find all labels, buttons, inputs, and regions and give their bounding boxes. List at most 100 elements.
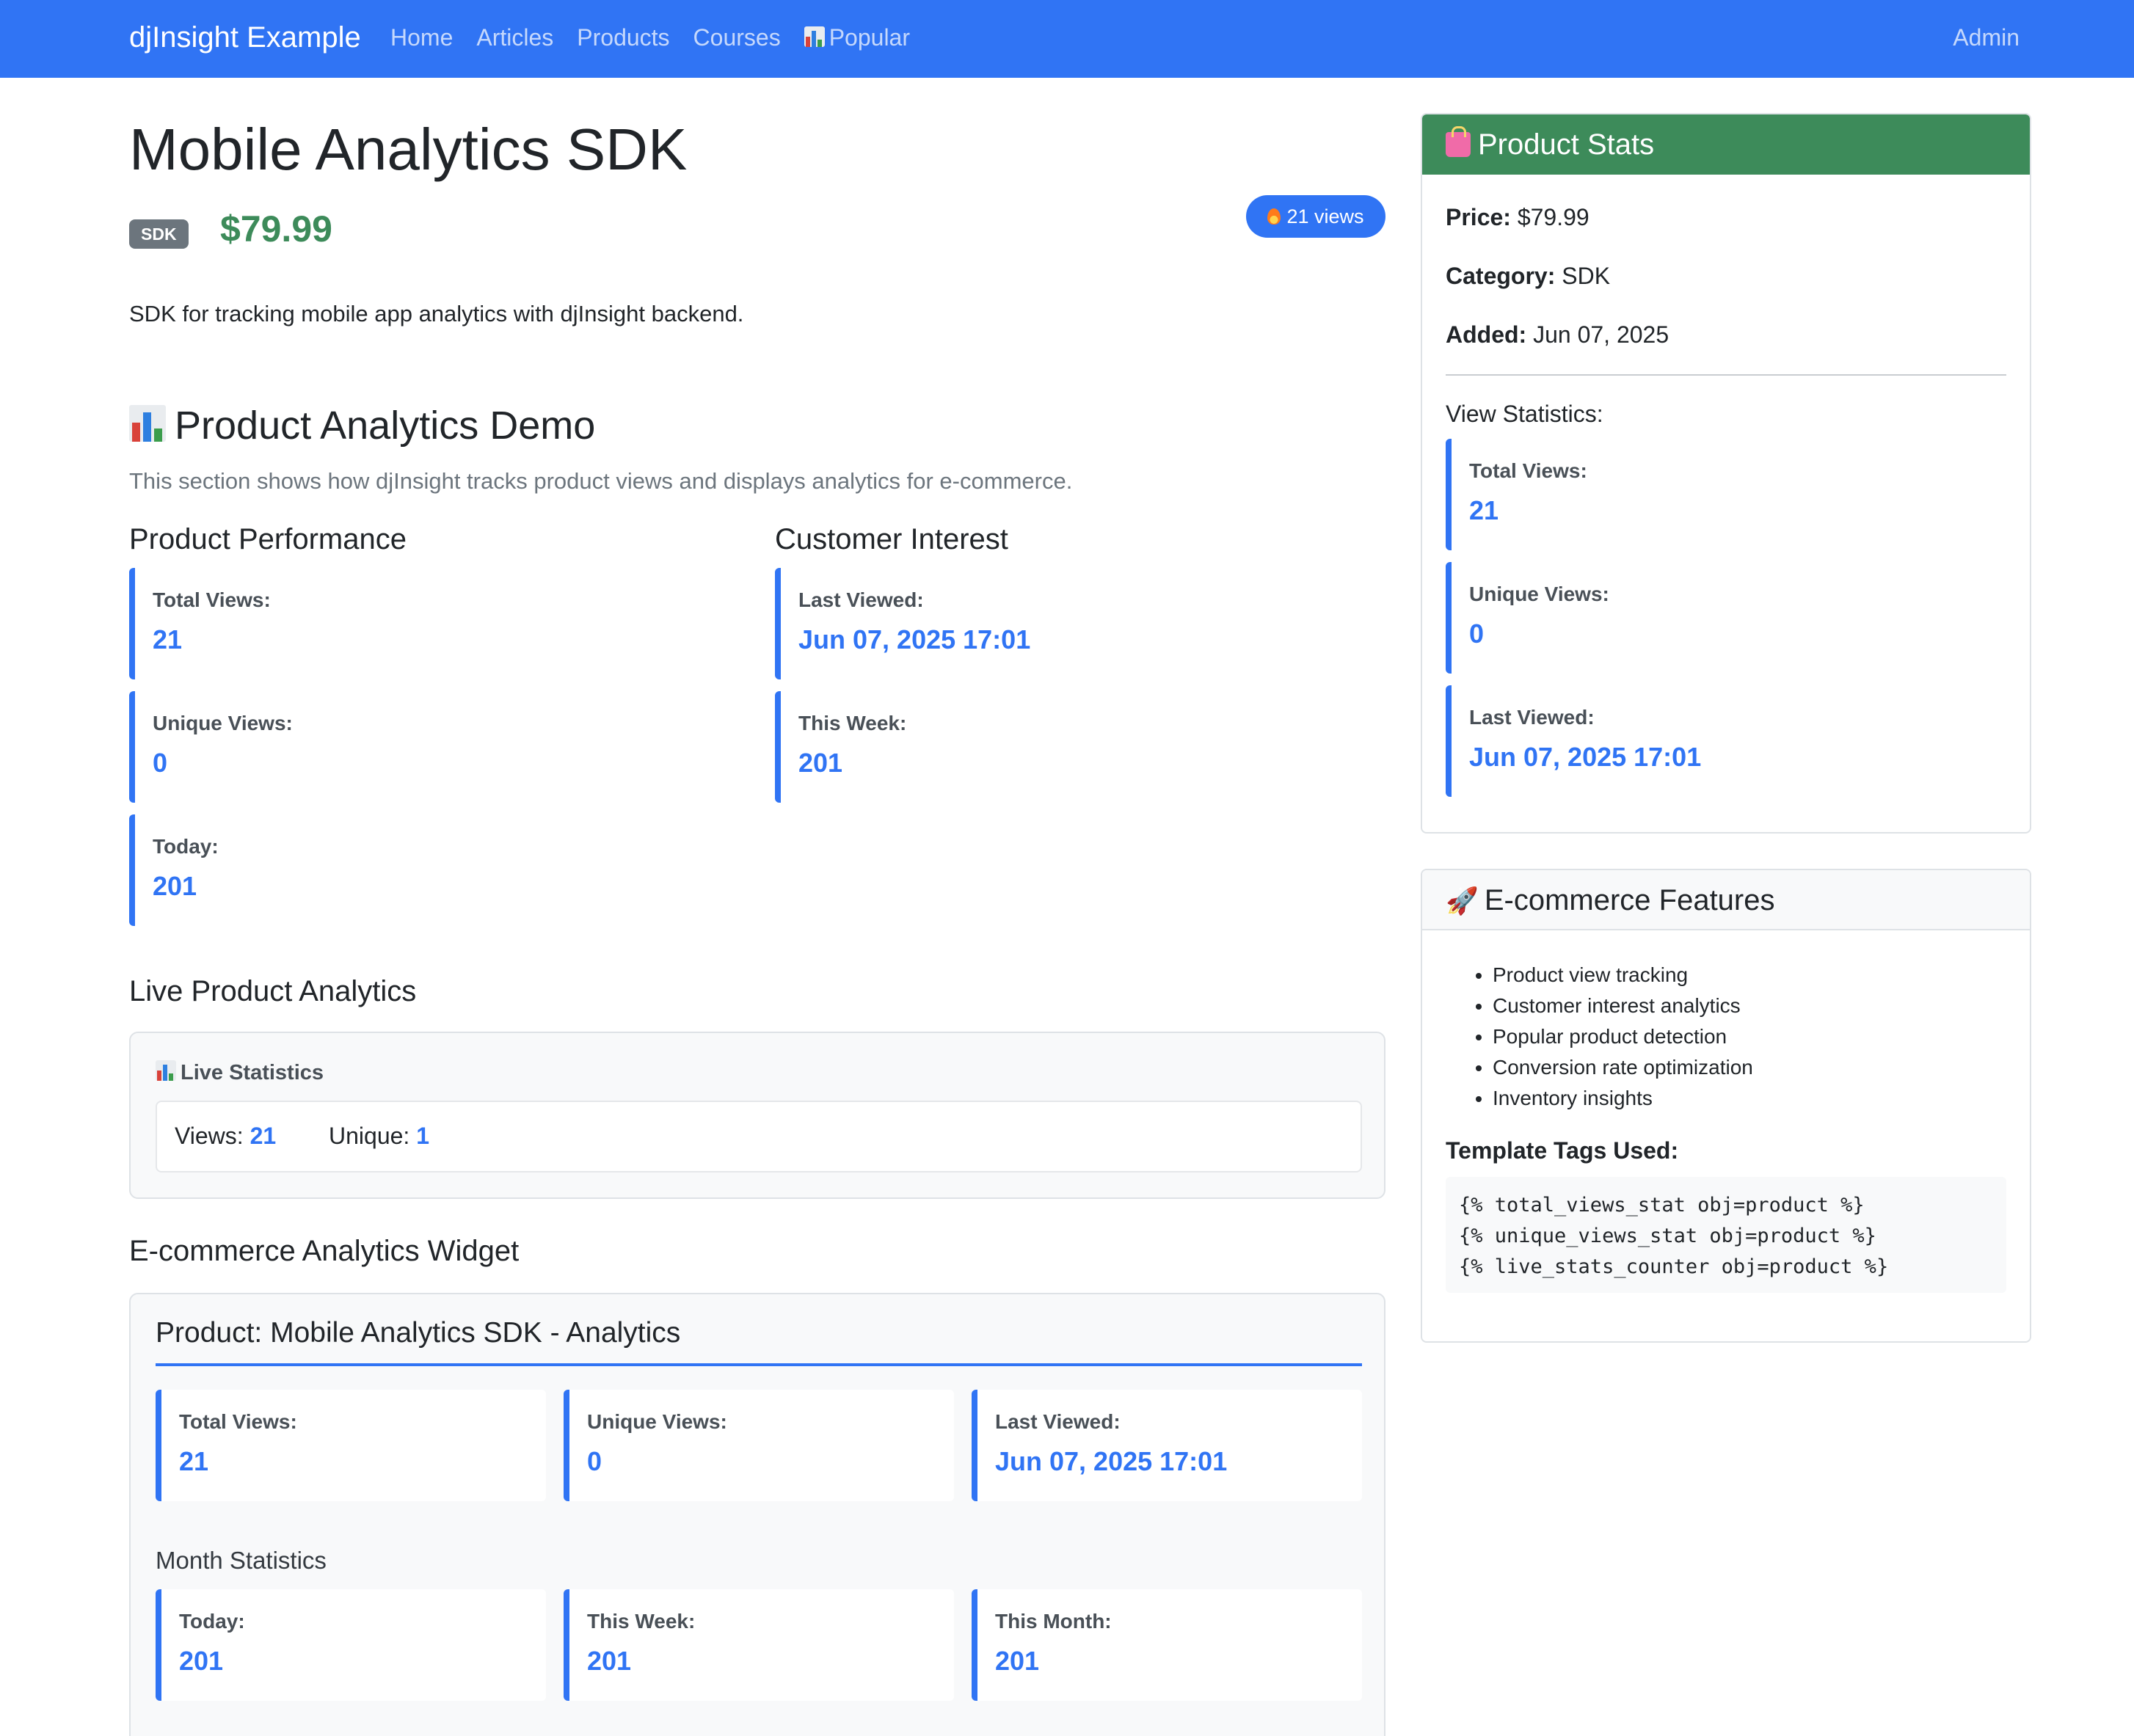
stat-card-last-viewed: Last Viewed: Jun 07, 2025 17:01 [775,568,1385,679]
nav-home[interactable]: Home [390,22,453,53]
stat-label: Total Views: [1469,459,1587,482]
stat-card-this-week: This Week: 201 [775,691,1385,803]
side-stat-total-views: Total Views: 21 [1446,439,2006,550]
category-badge: SDK [129,219,189,249]
widget-stat-total-views: Total Views: 21 [156,1390,546,1501]
stat-label: This Month: [995,1610,1112,1633]
code-line: {% total_views_stat obj=product %} [1459,1194,1865,1217]
nav-links: Home Articles Products Courses Popular [390,22,933,53]
product-price: $79.99 [220,208,332,249]
stat-value: 21 [153,624,183,654]
stat-card-unique-views: Unique Views: 0 [129,691,731,803]
divider [1446,374,2006,376]
stat-value: 21 [1469,495,1499,525]
widget-stat-last-viewed: Last Viewed: Jun 07, 2025 17:01 [972,1390,1362,1501]
side-stat-unique-views: Unique Views: 0 [1446,562,2006,674]
stat-label: Unique Views: [153,712,293,734]
side-stat-last-viewed: Last Viewed: Jun 07, 2025 17:01 [1446,685,2006,797]
views-badge-label: 21 views [1286,205,1364,227]
stat-value: Jun 07, 2025 17:01 [798,624,1031,654]
stat-value: 0 [153,748,168,778]
live-stats-counter: Views: 21 Unique: 1 [156,1101,1362,1172]
live-views-value: 21 [250,1123,277,1149]
widget-stat-this-week: This Week: 201 [564,1589,954,1701]
list-item: Customer interest analytics [1493,991,1753,1021]
stat-value: 0 [587,1446,602,1476]
live-stats-title-text: Live Statistics [181,1061,324,1084]
nav-popular-label: Popular [829,24,910,51]
live-unique-value: 1 [416,1123,429,1149]
info-label: Added: [1446,321,1527,348]
stat-value: Jun 07, 2025 17:01 [995,1446,1228,1476]
stat-value: 201 [179,1646,224,1676]
stat-label: Unique Views: [587,1410,727,1433]
live-views-label: Views: [175,1123,244,1149]
code-line: {% unique_views_stat obj=product %} [1459,1225,1876,1247]
nav-popular[interactable]: Popular [804,22,910,53]
list-item: Conversion rate optimization [1493,1052,1753,1083]
nav-courses[interactable]: Courses [693,22,781,53]
interest-heading: Customer Interest [775,523,1008,555]
template-tags-heading: Template Tags Used: [1446,1137,1679,1164]
analytics-widget: Product: Mobile Analytics SDK - Analytic… [129,1293,1385,1736]
nav-admin[interactable]: Admin [1953,22,2020,53]
fire-icon [1267,208,1281,225]
product-description: SDK for tracking mobile app analytics wi… [129,301,744,327]
stat-value: 0 [1469,619,1485,649]
bar-chart-icon [804,26,825,47]
rocket-icon: 🚀 [1446,886,1479,916]
info-value: Jun 07, 2025 [1533,321,1669,348]
stat-label: Today: [153,835,219,858]
stat-value: 201 [587,1646,632,1676]
stat-card-today: Today: 201 [129,814,731,926]
live-views: Views: 21 [175,1121,276,1150]
features-header: 🚀 E-commerce Features [1422,870,2030,930]
stat-label: Last Viewed: [798,588,924,611]
stat-label: Today: [179,1610,245,1633]
stat-value: Jun 07, 2025 17:01 [1469,742,1702,772]
info-label: Price: [1446,204,1511,230]
widget-stat-today: Today: 201 [156,1589,546,1701]
performance-heading: Product Performance [129,523,407,555]
list-item: Inventory insights [1493,1083,1753,1114]
stat-label: Total Views: [179,1410,297,1433]
bar-chart-icon [129,405,166,442]
views-badge: 21 views [1246,195,1385,238]
stat-value: 201 [798,748,843,778]
live-stats-box: Live Statistics Views: 21 Unique: 1 [129,1032,1385,1199]
month-statistics-heading: Month Statistics [156,1547,327,1574]
nav-products[interactable]: Products [577,22,669,53]
widget-stat-unique-views: Unique Views: 0 [564,1390,954,1501]
widget-stat-this-month: This Month: 201 [972,1589,1362,1701]
nav-articles[interactable]: Articles [476,22,553,53]
demo-heading: Product Analytics Demo [129,402,595,449]
shopping-bag-icon [1446,126,1471,157]
list-item: Popular product detection [1493,1021,1753,1052]
info-price: Price: $79.99 [1446,203,1589,232]
info-value: SDK [1562,263,1611,289]
stat-label: Unique Views: [1469,583,1609,605]
widget-divider [156,1363,1362,1366]
demo-heading-text: Product Analytics Demo [175,404,596,448]
info-value: $79.99 [1517,204,1589,230]
product-stats-title: Product Stats [1478,128,1655,161]
stat-label: This Week: [587,1610,696,1633]
product-stats-header: Product Stats [1422,114,2030,175]
live-stats-title: Live Statistics [156,1060,324,1086]
live-unique-label: Unique: [329,1123,410,1149]
code-line: {% live_stats_counter obj=product %} [1459,1255,1889,1278]
page-title: Mobile Analytics SDK [129,117,688,182]
view-statistics-heading: View Statistics: [1446,401,1603,427]
brand-link[interactable]: djInsight Example [129,19,361,56]
template-tags-code: {% total_views_stat obj=product %} {% uni… [1446,1177,2006,1293]
widget-heading: E-commerce Analytics Widget [129,1235,520,1267]
features-list: Product view tracking Customer interest … [1493,960,1753,1114]
product-stats-card: Product Stats Price: $79.99 Category: SD… [1421,113,2031,834]
stat-label: Last Viewed: [1469,706,1595,729]
stat-value: 201 [995,1646,1040,1676]
stat-label: Total Views: [153,588,271,611]
stat-card-total-views: Total Views: 21 [129,568,731,679]
stat-value: 201 [153,871,197,901]
stat-label: Last Viewed: [995,1410,1121,1433]
features-title: E-commerce Features [1484,884,1775,916]
